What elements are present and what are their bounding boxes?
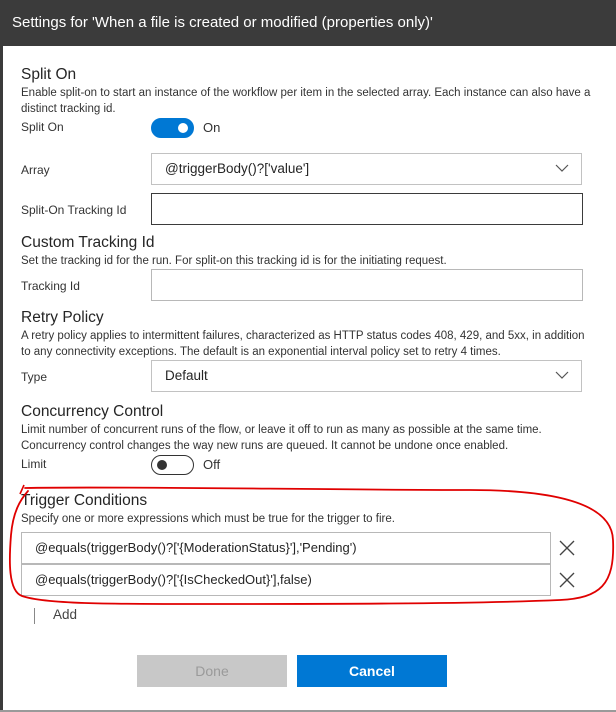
- close-icon[interactable]: [558, 571, 576, 589]
- plus-icon: [34, 608, 35, 624]
- tracking-id-label: Tracking Id: [21, 279, 80, 293]
- custom-tracking-heading: Custom Tracking Id: [21, 234, 155, 251]
- retry-type-dropdown[interactable]: Default: [151, 360, 582, 392]
- chevron-down-icon: [555, 371, 569, 379]
- retry-type-label: Type: [21, 370, 48, 384]
- concurrency-toggle-state: Off: [203, 457, 221, 472]
- trigger-conditions-heading: Trigger Conditions: [21, 492, 148, 509]
- split-on-toggle[interactable]: [151, 118, 194, 138]
- done-button[interactable]: Done: [137, 655, 287, 687]
- retry-policy-heading: Retry Policy: [21, 309, 104, 326]
- trigger-condition-value: @equals(triggerBody()?['{IsCheckedOut}']…: [35, 572, 312, 587]
- add-condition-label: Add: [53, 607, 78, 622]
- split-on-tracking-label: Split-On Tracking Id: [21, 203, 127, 217]
- dialog-title-bar: Settings for 'When a file is created or …: [0, 0, 616, 46]
- retry-type-value: Default: [165, 368, 208, 383]
- split-on-heading: Split On: [21, 66, 77, 83]
- split-on-description: Enable split-on to start an instance of …: [21, 87, 591, 115]
- custom-tracking-description: Set the tracking id for the run. For spl…: [21, 255, 447, 267]
- array-label: Array: [21, 163, 50, 177]
- dialog-title: Settings for 'When a file is created or …: [12, 14, 433, 31]
- trigger-condition-input-1[interactable]: @equals(triggerBody()?['{ModerationStatu…: [21, 532, 551, 564]
- array-value: @triggerBody()?['value']: [165, 161, 310, 176]
- split-on-tracking-input[interactable]: [151, 193, 583, 225]
- concurrency-limit-toggle[interactable]: [151, 455, 194, 475]
- trigger-condition-input-2[interactable]: @equals(triggerBody()?['{IsCheckedOut}']…: [21, 564, 551, 596]
- retry-policy-description: A retry policy applies to intermittent f…: [21, 330, 585, 358]
- concurrency-limit-label: Limit: [21, 457, 47, 471]
- trigger-condition-value: @equals(triggerBody()?['{ModerationStatu…: [35, 540, 357, 555]
- array-dropdown[interactable]: @triggerBody()?['value']: [151, 153, 582, 185]
- toggle-knob: [178, 123, 188, 133]
- chevron-down-icon: [555, 164, 569, 172]
- tracking-id-input[interactable]: [151, 269, 583, 301]
- close-icon[interactable]: [558, 539, 576, 557]
- concurrency-heading: Concurrency Control: [21, 403, 164, 420]
- split-on-toggle-label: Split On: [21, 120, 64, 134]
- dialog-frame-left: [0, 46, 3, 712]
- concurrency-description: Limit number of concurrent runs of the f…: [21, 424, 542, 452]
- cancel-button[interactable]: Cancel: [297, 655, 447, 687]
- trigger-conditions-description: Specify one or more expressions which mu…: [21, 513, 395, 525]
- split-on-toggle-state: On: [203, 120, 221, 135]
- toggle-knob: [157, 460, 167, 470]
